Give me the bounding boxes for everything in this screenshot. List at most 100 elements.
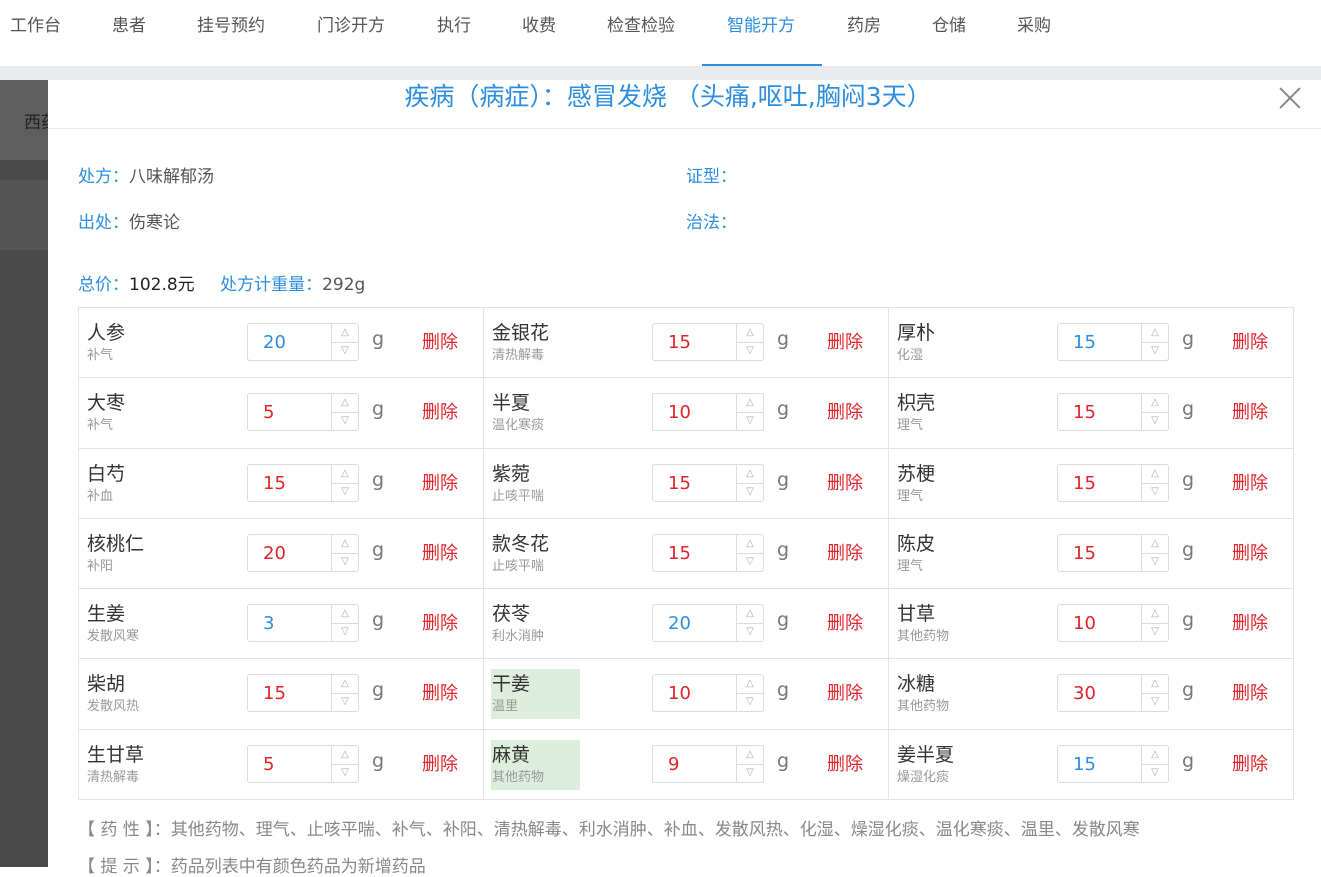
delete-button[interactable]: 删除 bbox=[422, 328, 458, 354]
increment-icon[interactable]: △ bbox=[332, 465, 358, 484]
dose-value[interactable]: 9 bbox=[668, 746, 679, 784]
close-icon[interactable] bbox=[1274, 82, 1306, 114]
increment-icon[interactable]: △ bbox=[332, 746, 358, 765]
increment-icon[interactable]: △ bbox=[1142, 746, 1168, 765]
dose-input[interactable]: 30 △ ▽ bbox=[1057, 674, 1169, 713]
delete-button[interactable]: 删除 bbox=[1232, 328, 1268, 354]
dose-value[interactable]: 3 bbox=[263, 605, 274, 643]
delete-button[interactable]: 删除 bbox=[827, 609, 863, 635]
dose-input[interactable]: 10 △ ▽ bbox=[652, 393, 764, 432]
delete-button[interactable]: 删除 bbox=[422, 469, 458, 495]
nav-item-examination[interactable]: 检查检验 bbox=[607, 0, 675, 66]
delete-button[interactable]: 删除 bbox=[422, 539, 458, 565]
dose-value[interactable]: 20 bbox=[263, 535, 286, 573]
increment-icon[interactable]: △ bbox=[1142, 535, 1168, 554]
nav-item-registration[interactable]: 挂号预约 bbox=[197, 0, 265, 66]
delete-button[interactable]: 删除 bbox=[827, 398, 863, 424]
decrement-icon[interactable]: ▽ bbox=[737, 342, 763, 360]
decrement-icon[interactable]: ▽ bbox=[737, 693, 763, 711]
delete-button[interactable]: 删除 bbox=[1232, 750, 1268, 776]
dose-value[interactable]: 20 bbox=[263, 324, 286, 362]
decrement-icon[interactable]: ▽ bbox=[1142, 412, 1168, 430]
increment-icon[interactable]: △ bbox=[332, 535, 358, 554]
dose-value[interactable]: 10 bbox=[1073, 605, 1096, 643]
decrement-icon[interactable]: ▽ bbox=[332, 553, 358, 571]
dose-value[interactable]: 15 bbox=[668, 324, 691, 362]
decrement-icon[interactable]: ▽ bbox=[737, 483, 763, 501]
dose-input[interactable]: 15 △ ▽ bbox=[1057, 744, 1169, 784]
dose-value[interactable]: 15 bbox=[263, 465, 286, 503]
dose-input[interactable]: 15 △ ▽ bbox=[1057, 323, 1169, 361]
decrement-icon[interactable]: ▽ bbox=[1142, 553, 1168, 571]
decrement-icon[interactable]: ▽ bbox=[332, 412, 358, 430]
increment-icon[interactable]: △ bbox=[737, 605, 763, 625]
delete-button[interactable]: 删除 bbox=[827, 679, 863, 705]
nav-item-pharmacy[interactable]: 药房 bbox=[847, 0, 881, 66]
dose-value[interactable]: 15 bbox=[1073, 394, 1096, 432]
delete-button[interactable]: 删除 bbox=[827, 539, 863, 565]
decrement-icon[interactable]: ▽ bbox=[1142, 693, 1168, 711]
dose-input[interactable]: 15 △ ▽ bbox=[1057, 463, 1169, 503]
dose-value[interactable]: 15 bbox=[263, 675, 286, 713]
delete-button[interactable]: 删除 bbox=[1232, 469, 1268, 495]
nav-item-workbench[interactable]: 工作台 bbox=[10, 0, 61, 66]
decrement-icon[interactable]: ▽ bbox=[737, 553, 763, 571]
dose-input[interactable]: 10 △ ▽ bbox=[1057, 604, 1169, 643]
dose-value[interactable]: 15 bbox=[1073, 535, 1096, 573]
increment-icon[interactable]: △ bbox=[737, 535, 763, 554]
increment-icon[interactable]: △ bbox=[332, 605, 358, 625]
delete-button[interactable]: 删除 bbox=[1232, 398, 1268, 424]
dose-value[interactable]: 15 bbox=[1073, 746, 1096, 784]
dose-input[interactable]: 15 △ ▽ bbox=[1057, 393, 1169, 432]
dose-input[interactable]: 5 △ ▽ bbox=[247, 393, 359, 432]
decrement-icon[interactable]: ▽ bbox=[1142, 623, 1168, 641]
decrement-icon[interactable]: ▽ bbox=[332, 342, 358, 360]
dose-value[interactable]: 10 bbox=[668, 394, 691, 432]
increment-icon[interactable]: △ bbox=[332, 324, 358, 343]
decrement-icon[interactable]: ▽ bbox=[1142, 483, 1168, 501]
dose-input[interactable]: 15 △ ▽ bbox=[247, 463, 359, 503]
nav-item-outpatient-prescription[interactable]: 门诊开方 bbox=[317, 0, 385, 66]
decrement-icon[interactable]: ▽ bbox=[332, 483, 358, 501]
dose-input[interactable]: 3 △ ▽ bbox=[247, 604, 359, 643]
increment-icon[interactable]: △ bbox=[1142, 394, 1168, 414]
increment-icon[interactable]: △ bbox=[737, 465, 763, 484]
dose-value[interactable]: 20 bbox=[668, 605, 691, 643]
dose-input[interactable]: 20 △ ▽ bbox=[652, 604, 764, 643]
increment-icon[interactable]: △ bbox=[737, 746, 763, 765]
dose-input[interactable]: 15 △ ▽ bbox=[247, 674, 359, 713]
nav-item-smart-prescription[interactable]: 智能开方 bbox=[727, 0, 795, 66]
delete-button[interactable]: 删除 bbox=[1232, 609, 1268, 635]
dose-value[interactable]: 15 bbox=[668, 535, 691, 573]
increment-icon[interactable]: △ bbox=[737, 324, 763, 343]
increment-icon[interactable]: △ bbox=[332, 675, 358, 695]
dose-value[interactable]: 30 bbox=[1073, 675, 1096, 713]
increment-icon[interactable]: △ bbox=[1142, 605, 1168, 625]
decrement-icon[interactable]: ▽ bbox=[1142, 342, 1168, 360]
delete-button[interactable]: 删除 bbox=[827, 750, 863, 776]
delete-button[interactable]: 删除 bbox=[422, 609, 458, 635]
increment-icon[interactable]: △ bbox=[737, 675, 763, 695]
increment-icon[interactable]: △ bbox=[332, 394, 358, 414]
decrement-icon[interactable]: ▽ bbox=[737, 623, 763, 641]
decrement-icon[interactable]: ▽ bbox=[332, 623, 358, 641]
dose-input[interactable]: 15 △ ▽ bbox=[652, 323, 764, 361]
delete-button[interactable]: 删除 bbox=[422, 750, 458, 776]
nav-item-storage[interactable]: 仓储 bbox=[932, 0, 966, 66]
dose-input[interactable]: 20 △ ▽ bbox=[247, 323, 359, 361]
dose-input[interactable]: 15 △ ▽ bbox=[1057, 533, 1169, 573]
delete-button[interactable]: 删除 bbox=[827, 328, 863, 354]
decrement-icon[interactable]: ▽ bbox=[332, 693, 358, 711]
increment-icon[interactable]: △ bbox=[1142, 465, 1168, 484]
dose-value[interactable]: 15 bbox=[1073, 465, 1096, 503]
decrement-icon[interactable]: ▽ bbox=[737, 412, 763, 430]
nav-item-patients[interactable]: 患者 bbox=[112, 0, 146, 66]
delete-button[interactable]: 删除 bbox=[1232, 539, 1268, 565]
dose-input[interactable]: 5 △ ▽ bbox=[247, 744, 359, 783]
nav-item-execution[interactable]: 执行 bbox=[437, 0, 471, 66]
dose-input[interactable]: 15 △ ▽ bbox=[652, 463, 764, 502]
decrement-icon[interactable]: ▽ bbox=[737, 764, 763, 782]
decrement-icon[interactable]: ▽ bbox=[1142, 764, 1168, 782]
dose-input[interactable]: 9 △ ▽ bbox=[652, 744, 764, 784]
delete-button[interactable]: 删除 bbox=[827, 469, 863, 495]
